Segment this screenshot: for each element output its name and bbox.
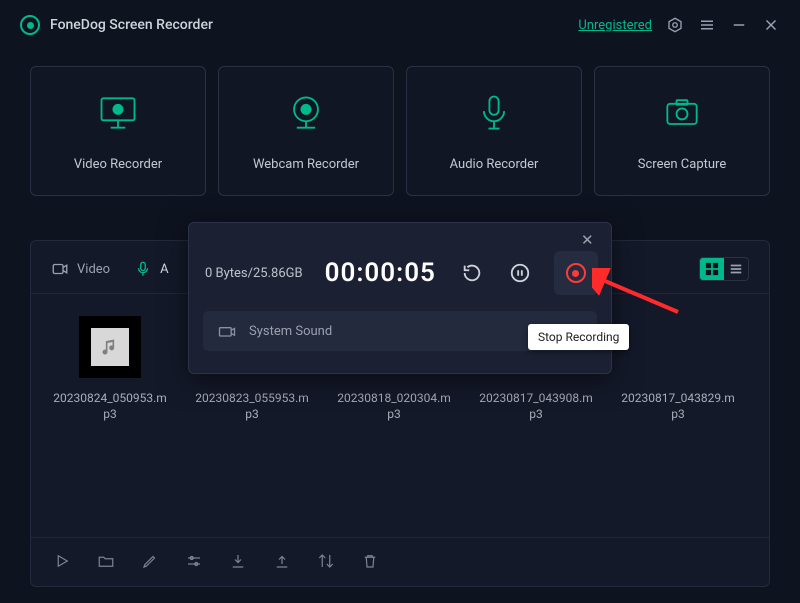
close-icon[interactable]	[762, 16, 780, 34]
library-tabs: Video A	[51, 260, 169, 278]
record-dot-icon	[566, 263, 586, 283]
tab-label: Video	[77, 262, 110, 277]
microphone-icon	[472, 91, 516, 135]
mode-label: Audio Recorder	[450, 157, 539, 172]
monitor-record-icon	[96, 91, 140, 135]
webcam-icon	[284, 91, 328, 135]
trash-icon[interactable]	[361, 552, 379, 570]
unregistered-link[interactable]: Unregistered	[578, 18, 652, 33]
recording-elapsed-time: 00:00:05	[325, 258, 436, 288]
file-thumbnail-icon	[79, 316, 141, 378]
tab-video[interactable]: Video	[51, 260, 110, 278]
library-toolbar	[31, 537, 769, 586]
audio-source-label: System Sound	[249, 324, 560, 339]
play-icon[interactable]	[53, 552, 71, 570]
file-name: 20230817_043829.mp3	[619, 390, 737, 422]
video-icon	[51, 260, 69, 278]
minimize-icon[interactable]	[730, 16, 748, 34]
file-item[interactable]: 20230824_050953.mp3	[51, 316, 169, 422]
titlebar: FoneDog Screen Recorder Unregistered	[0, 0, 800, 52]
folder-icon[interactable]	[97, 552, 115, 570]
microphone-small-icon	[134, 260, 152, 278]
tab-audio[interactable]: A	[134, 260, 168, 278]
recording-status-row: 0 Bytes/25.86GB 00:00:05	[203, 249, 597, 295]
view-toggle	[699, 257, 749, 281]
audio-source-icon	[217, 321, 237, 341]
recording-size-status: 0 Bytes/25.86GB	[205, 266, 303, 281]
mode-audio-recorder[interactable]: Audio Recorder	[406, 66, 582, 196]
mode-row: Video Recorder Webcam Recorder Audio Rec…	[0, 52, 800, 196]
file-name: 20230823_055953.mp3	[193, 390, 311, 422]
mode-label: Screen Capture	[638, 157, 726, 172]
popup-close-icon[interactable]: ✕	[581, 233, 597, 249]
app-logo-icon	[20, 15, 40, 35]
convert-icon[interactable]	[317, 552, 335, 570]
file-item[interactable]: 20230817_043829.mp3	[619, 316, 737, 422]
mode-screen-capture[interactable]: Screen Capture	[594, 66, 770, 196]
settings-hex-icon[interactable]	[666, 16, 684, 34]
view-list-button[interactable]	[724, 258, 748, 280]
edit-icon[interactable]	[141, 552, 159, 570]
app-title: FoneDog Screen Recorder	[50, 17, 213, 33]
titlebar-left: FoneDog Screen Recorder	[20, 15, 213, 35]
menu-icon[interactable]	[698, 16, 716, 34]
recording-controls	[458, 251, 598, 295]
view-grid-button[interactable]	[700, 258, 724, 280]
file-name: 20230818_020304.mp3	[335, 390, 453, 422]
file-name: 20230824_050953.mp3	[51, 390, 169, 422]
file-name: 20230817_043908.mp3	[477, 390, 595, 422]
mode-label: Webcam Recorder	[253, 157, 359, 172]
tooltip-stop-recording: Stop Recording	[528, 324, 629, 350]
download-icon[interactable]	[229, 552, 247, 570]
mode-label: Video Recorder	[74, 157, 162, 172]
recording-popup: ✕ 0 Bytes/25.86GB 00:00:05 System Sound …	[188, 222, 612, 374]
pause-icon[interactable]	[506, 259, 534, 287]
sliders-icon[interactable]	[185, 552, 203, 570]
tab-label: A	[160, 262, 168, 277]
mode-webcam-recorder[interactable]: Webcam Recorder	[218, 66, 394, 196]
share-icon[interactable]	[273, 552, 291, 570]
mode-video-recorder[interactable]: Video Recorder	[30, 66, 206, 196]
titlebar-right: Unregistered	[578, 16, 780, 34]
restart-icon[interactable]	[458, 259, 486, 287]
stop-recording-button[interactable]	[554, 251, 598, 295]
camera-icon	[660, 91, 704, 135]
